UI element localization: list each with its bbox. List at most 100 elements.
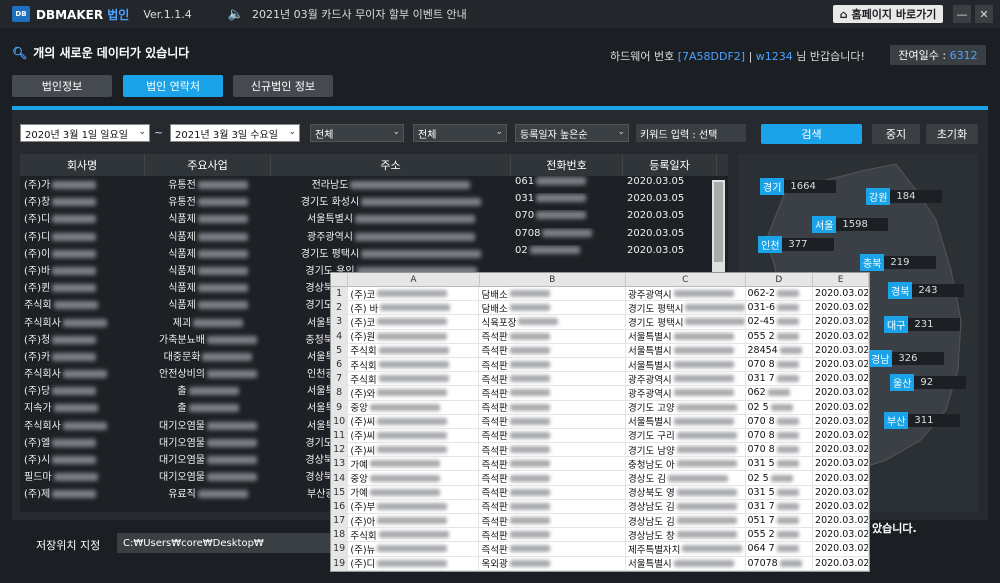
tab-new-corp[interactable]: 신규법인 정보 [233,75,333,97]
notice-text[interactable]: 2021년 03월 카드사 무이자 할부 이벤트 안내 [252,6,467,22]
excel-cell: (주) 바 [348,301,480,315]
excel-row-number[interactable]: 5 [331,343,349,357]
region-stat[interactable]: 경북 243 [888,282,965,299]
date-to-picker[interactable]: 2021년 3월 3일 수요일 ⌄ [170,124,300,142]
excel-row-number[interactable]: 19 [331,556,349,570]
excel-row-number[interactable]: 9 [331,400,349,414]
cell-text: 2020.03.02 [815,359,869,371]
excel-col-header[interactable]: B [480,273,627,286]
search-button[interactable]: 검색 [761,124,862,144]
column-header[interactable]: 등록일자 [623,154,717,176]
region-stat[interactable]: 울산 92 [890,374,967,391]
excel-row-number[interactable]: 6 [331,357,349,372]
excel-row[interactable]: 2 (주) 바 담배소 경기도 평택시 031-6 2020.03.02 [331,301,869,316]
excel-row[interactable]: 13 가예 즉석판 충청남도 아 031 5 2020.03.02 [331,457,869,472]
reset-button[interactable]: 초기화 [926,124,978,144]
excel-row-number[interactable]: 15 [331,485,349,499]
region-stat[interactable]: 부산 311 [884,412,961,429]
region-stat[interactable]: 경남 326 [868,350,945,367]
excel-row[interactable]: 20(주)비 건강기 서울특별시 02 72020.03.02 [331,570,869,571]
table-cell: 출 [145,399,271,416]
excel-row-number[interactable]: 10 [331,414,349,428]
excel-col-header[interactable]: A [348,273,480,286]
table-row[interactable]: (주)가 유통전 전라남도 061 2020.03.05 [20,176,728,193]
excel-row[interactable]: 12 (주)씨 즉석판 경기도 남양 070 8 2020.03.02 [331,443,869,458]
excel-row-number[interactable]: 11 [331,428,349,443]
excel-row[interactable]: 5 주식회 즉석판 서울특별시 28454 2020.03.02 [331,343,869,358]
excel-row-number[interactable]: 12 [331,443,349,457]
excel-row-number[interactable]: 2 [331,301,349,315]
excel-row-number[interactable]: 13 [331,457,349,471]
excel-row[interactable]: 6 주식회 즉석판 서울특별시 070 8 2020.03.02 [331,357,869,373]
redacted-blur [676,488,737,496]
excel-row-number[interactable]: 1 [331,287,349,301]
keyword-input[interactable]: 키워드 입력 : 선택 [636,124,746,142]
excel-row-number[interactable]: 16 [331,499,349,513]
region-stat[interactable]: 경기 1664 [760,178,837,195]
excel-col-header[interactable]: D [746,273,814,286]
excel-row[interactable]: 15 가예 즉석판 경상북도 영 031 5 2020.03.02 [331,485,869,500]
column-header[interactable]: 주소 [271,154,511,176]
excel-row-number[interactable]: 18 [331,528,349,542]
filter1-select[interactable]: 전체 ⌄ [310,124,404,142]
excel-row[interactable]: 7 주식회 즉석판 광주광역시 031 7 2020.03.02 [331,372,869,387]
excel-row-number[interactable]: 8 [331,386,349,400]
table-row[interactable]: (주)이 식품제 경기도 평택시 02 2020.03.05 [20,245,728,262]
region-stat[interactable]: 강원 184 [866,188,943,205]
excel-row[interactable]: 18 주식회 즉석판 경상남도 창 055 2 2020.03.02 [331,528,869,543]
cell-text: 2020.03.02 [815,458,869,470]
excel-row[interactable]: 14 중앙 즉석판 경상도 김 02 5 2020.03.02 [331,471,869,486]
table-cell: 주식회사 [20,417,145,434]
filter2-select[interactable]: 전체 ⌄ [413,124,507,142]
excel-row-number[interactable]: 17 [331,514,349,528]
table-cell: (주)디 [20,210,145,227]
region-name: 경기 [760,178,785,195]
save-path-field[interactable]: C:₩Users₩core₩Desktop₩ [117,533,330,553]
table-cell: 서울특별시 [271,210,511,227]
excel-row-number[interactable]: 14 [331,471,349,485]
excel-row[interactable]: 11 (주)씨 즉석판 경기도 구리 070 8 2020.03.02 [331,428,869,444]
table-row[interactable]: (주)디 식품제 광주광역시 0708 2020.03.05 [20,228,728,245]
sort-select[interactable]: 등록일자 높은순 ⌄ [515,124,629,142]
stop-button[interactable]: 중지 [872,124,920,144]
excel-row-number[interactable]: 7 [331,372,349,386]
region-stat[interactable]: 인천 377 [758,236,835,253]
excel-row[interactable]: 16 (주)부 즉석판 경상남도 김 031 7 2020.03.02 [331,499,869,514]
excel-row[interactable]: 17 (주)아 즉석판 경상남도 김 051 7 2020.03.02 [331,514,869,529]
excel-row[interactable]: 8 (주)와 즉석판 광주광역시 062 2020.03.02 [331,386,869,401]
excel-col-header[interactable]: E [813,273,869,286]
excel-col-header[interactable]: C [626,273,746,286]
homepage-button[interactable]: ⌂ 홈페이지 바로가기 [833,5,943,23]
column-header[interactable]: 회사명 [20,154,145,176]
scrollbar-thumb[interactable] [714,182,723,262]
redacted-blur [536,177,587,185]
minimize-button[interactable]: — [953,5,971,23]
column-header[interactable]: 주요사업 [145,154,271,176]
excel-row[interactable]: 4 (주)원 즉석판 서울특별시 055 2 2020.03.02 [331,329,869,344]
excel-cell: 02 5 [746,400,814,414]
column-header[interactable]: 전화번호 [511,154,623,176]
tab-corp-contact[interactable]: 법인 연락처 [123,75,223,97]
tab-corp-info[interactable]: 법인정보 [12,75,112,97]
excel-row[interactable]: 19 (주)뉴 즉석판 제주특별자치 064 7 2020.03.02 [331,542,869,557]
excel-row[interactable]: 3 (주)코 식육포장 경기도 평택시 02-45 2020.03.02 [331,315,869,330]
excel-row-number[interactable]: 19 [331,542,349,556]
redacted-blur [361,249,482,258]
region-stat[interactable]: 충북 219 [860,254,937,271]
close-button[interactable]: ✕ [975,5,993,23]
excel-row[interactable]: 19 (주)디 옥외광 서울특별시 07078 2020.03.02 [331,556,869,571]
excel-row[interactable]: 1 (주)코 담배소 광주광역시 062-2 2020.03.02 [331,287,869,302]
table-row[interactable]: (주)디 식품제 서울특별시 070 2020.03.05 [20,210,728,227]
cell-text: 식육포장 [481,317,517,329]
excel-row[interactable]: 9 중앙 즉석판 경기도 고양 02 5 2020.03.02 [331,400,869,415]
redacted-blur [369,460,440,468]
date-from-picker[interactable]: 2020년 3월 1일 일요일 ⌄ [20,124,150,142]
redacted-blur [777,304,800,312]
excel-row-number[interactable]: 3 [331,315,349,329]
excel-row[interactable]: 10 (주)씨 즉석판 서울특별시 070 8 2020.03.02 [331,414,869,429]
excel-row-number[interactable]: 20 [331,570,349,571]
excel-row-number[interactable]: 4 [331,329,349,343]
region-stat[interactable]: 서울 1598 [812,216,889,233]
region-stat[interactable]: 대구 231 [884,316,961,333]
table-row[interactable]: (주)창 유통전 경기도 화성시 031 2020.03.05 [20,193,728,210]
